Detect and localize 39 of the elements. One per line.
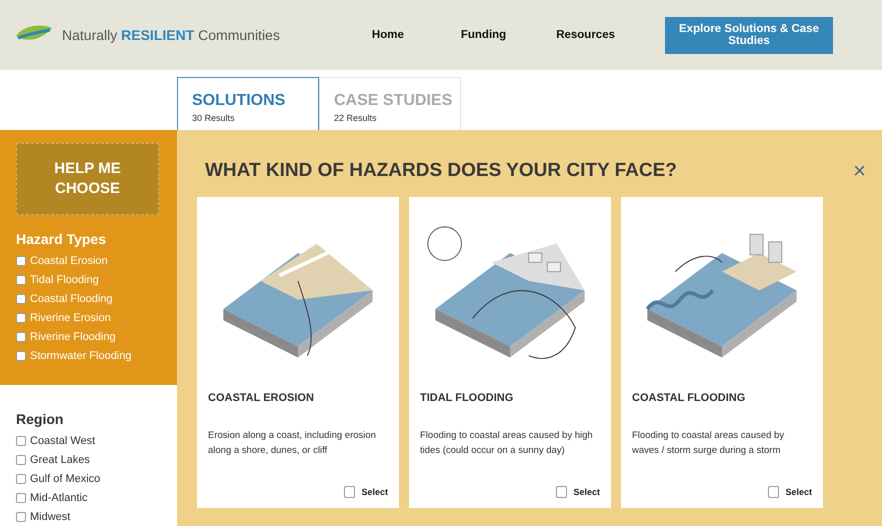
- checkbox[interactable]: [344, 486, 356, 498]
- modal-title: WHAT KIND OF HAZARDS DOES YOUR CITY FACE?: [205, 160, 677, 182]
- site-logo-text[interactable]: Naturally RESILIENT Communities: [62, 27, 280, 43]
- filter-heading: Region: [16, 411, 64, 427]
- card-description: Flooding to coastal areas caused by high tides (could occur on a sunny day): [420, 429, 594, 458]
- checkbox[interactable]: [16, 492, 26, 502]
- checkbox[interactable]: [16, 294, 26, 304]
- nav-link[interactable]: Resources: [556, 29, 615, 41]
- select-label[interactable]: Select: [361, 487, 388, 497]
- checkbox[interactable]: [16, 274, 26, 284]
- results-tab[interactable]: SOLUTIONS 30 Results: [177, 77, 319, 130]
- checkbox[interactable]: [556, 486, 568, 498]
- select-label[interactable]: Select: [785, 487, 812, 497]
- filter-label[interactable]: Coastal West: [30, 434, 96, 446]
- nav-link[interactable]: Home: [372, 29, 404, 41]
- checkbox[interactable]: [16, 350, 26, 360]
- card-title: TIDAL FLOODING: [420, 392, 514, 404]
- checkbox[interactable]: [16, 256, 26, 266]
- card-description: Flooding to coastal areas caused by waves / storm surge during a storm: [632, 429, 786, 458]
- filter-label[interactable]: Mid-Atlantic: [30, 492, 88, 504]
- card-description: Erosion along a coast, including erosion along a shore, dunes, or cliff: [208, 429, 377, 458]
- explore-button[interactable]: Explore Solutions & Case Studies: [665, 16, 833, 54]
- filter-heading: Hazard Types: [16, 231, 107, 247]
- checkbox[interactable]: [768, 486, 780, 498]
- checkbox[interactable]: [16, 332, 26, 342]
- filter-label[interactable]: Midwest: [30, 510, 70, 522]
- filter-label[interactable]: Great Lakes: [30, 454, 90, 466]
- select-label[interactable]: Select: [573, 487, 600, 497]
- checkbox[interactable]: [16, 436, 26, 446]
- filter-label[interactable]: Gulf of Mexico: [30, 472, 100, 484]
- card-title: COASTAL FLOODING: [632, 392, 746, 404]
- results-tab[interactable]: CASE STUDIES 22 Results: [319, 77, 461, 130]
- close-button[interactable]: ×: [853, 160, 866, 182]
- checkbox[interactable]: [16, 454, 26, 464]
- checkbox[interactable]: [16, 312, 26, 322]
- card-title: COASTAL EROSION: [208, 392, 315, 404]
- checkbox[interactable]: [16, 474, 26, 484]
- nav-link[interactable]: Funding: [460, 29, 506, 41]
- checkbox[interactable]: [16, 512, 26, 522]
